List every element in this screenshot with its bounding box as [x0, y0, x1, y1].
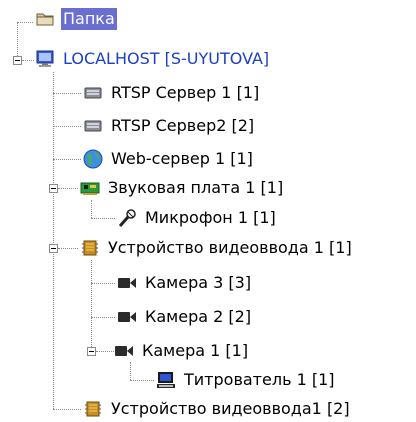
chip-icon — [83, 399, 103, 419]
tree-item-rtsp-server-1[interactable]: RTSP Сервер 1 [1] — [83, 80, 261, 106]
tree-item-label: Камера 2 [2] — [145, 307, 252, 326]
tree-line — [53, 72, 54, 409]
tree-line — [22, 60, 34, 61]
server-icon — [83, 83, 103, 103]
tree-line — [91, 260, 92, 351]
tree-item-localhost[interactable]: LOCALHOST [S-UYUTOVA] — [35, 46, 271, 72]
computer-icon — [35, 49, 55, 69]
tree-item-label: Камера 3 [3] — [145, 273, 252, 292]
camera-icon — [117, 273, 137, 293]
tree-item-video-input-2[interactable]: Устройство видеоввода1 [2] — [83, 396, 352, 422]
tree-line — [130, 362, 131, 380]
tree-line — [91, 218, 115, 219]
tree-item-label: Микрофон 1 [1] — [145, 208, 276, 227]
tree-item-label: Устройство видеоввода 1 [1] — [108, 238, 352, 257]
collapse-video-input-toggle[interactable] — [49, 244, 58, 253]
monitor-icon — [156, 370, 176, 390]
tree-item-label: Устройство видеоввода1 [2] — [111, 399, 350, 418]
tree-line — [53, 93, 81, 94]
tree-item-label: Папка — [61, 8, 117, 30]
globe-icon — [83, 149, 103, 169]
microphone-icon — [117, 208, 137, 228]
tree-item-label: LOCALHOST [S-UYUTOVA] — [63, 49, 270, 68]
tree-item-label: Web-сервер 1 [1] — [111, 149, 253, 168]
device-tree: Папка LOCALHOST [S-UYUTOVA] RTSP Сервер … — [0, 0, 416, 421]
tree-item-microphone[interactable]: Микрофон 1 [1] — [117, 205, 278, 231]
tree-item-label: RTSP Сервер 1 [1] — [111, 83, 260, 102]
tree-item-camera-1[interactable]: Камера 1 [1] — [114, 338, 250, 364]
tree-item-sound-card[interactable]: Звуковая плата 1 [1] — [80, 175, 285, 201]
tree-line — [53, 409, 81, 410]
server-icon — [83, 116, 103, 136]
tree-item-titler[interactable]: Титрователь 1 [1] — [156, 367, 337, 393]
collapse-localhost-toggle[interactable] — [13, 56, 22, 65]
tree-line — [96, 351, 114, 352]
tree-item-folder[interactable]: Папка — [35, 6, 117, 32]
tree-line — [17, 22, 18, 60]
chip-icon — [80, 238, 100, 258]
camera-icon — [114, 341, 134, 361]
tree-item-label: RTSP Сервер2 [2] — [111, 116, 255, 135]
tree-line — [130, 380, 154, 381]
sound-card-icon — [80, 178, 100, 198]
tree-item-label: Звуковая плата 1 [1] — [108, 178, 284, 197]
tree-line — [17, 22, 33, 23]
tree-item-video-input-1[interactable]: Устройство видеоввода 1 [1] — [80, 235, 354, 261]
tree-item-camera-2[interactable]: Камера 2 [2] — [117, 304, 253, 330]
tree-line — [91, 200, 92, 218]
tree-item-rtsp-server-2[interactable]: RTSP Сервер2 [2] — [83, 113, 256, 139]
tree-line — [91, 283, 115, 284]
tree-line — [53, 126, 81, 127]
tree-item-camera-3[interactable]: Камера 3 [3] — [117, 270, 253, 296]
tree-item-label: Титрователь 1 [1] — [184, 370, 335, 389]
tree-line — [58, 188, 78, 189]
tree-item-web-server[interactable]: Web-сервер 1 [1] — [83, 146, 255, 172]
tree-line — [58, 248, 78, 249]
tree-line — [91, 317, 115, 318]
camera-icon — [117, 307, 137, 327]
collapse-camera-1-toggle[interactable] — [87, 347, 96, 356]
tree-line — [53, 159, 81, 160]
folder-icon — [35, 9, 55, 29]
tree-item-label: Камера 1 [1] — [142, 341, 249, 360]
collapse-sound-card-toggle[interactable] — [49, 184, 58, 193]
